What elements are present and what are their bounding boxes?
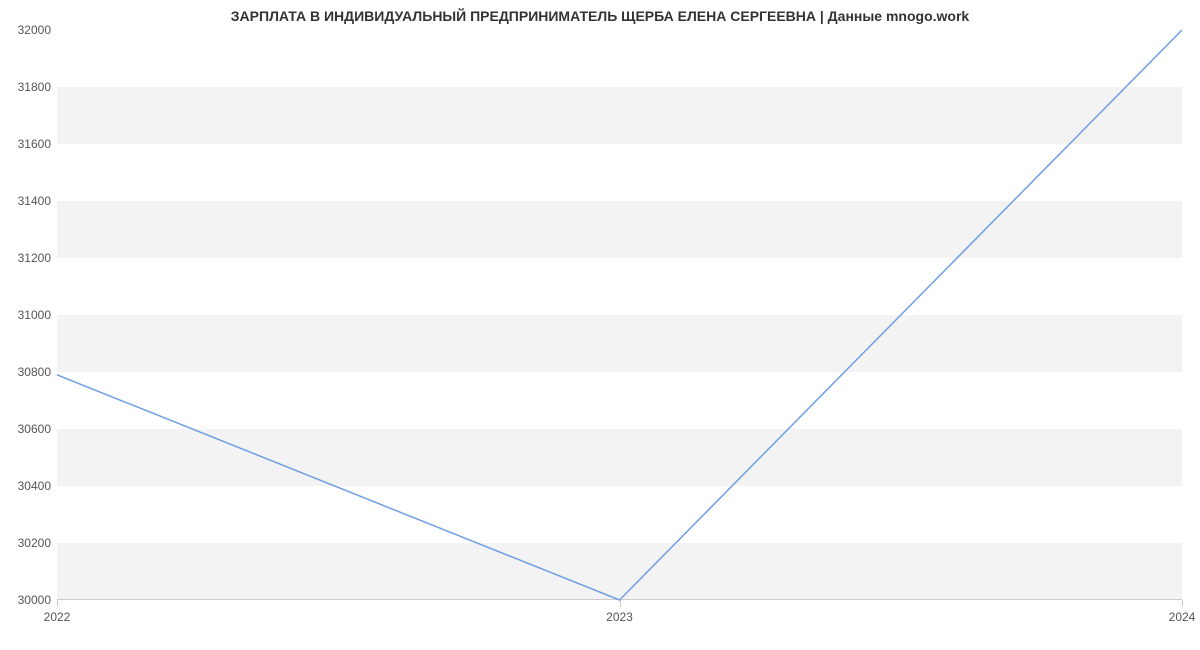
x-tick-label: 2023 bbox=[606, 610, 633, 624]
plot-area: 3000030200304003060030800310003120031400… bbox=[57, 30, 1182, 600]
y-tick-label: 32000 bbox=[7, 23, 57, 37]
y-tick-label: 30800 bbox=[7, 365, 57, 379]
y-tick-label: 31600 bbox=[7, 137, 57, 151]
y-tick-label: 30600 bbox=[7, 422, 57, 436]
y-tick-label: 31800 bbox=[7, 80, 57, 94]
salary-line-chart: ЗАРПЛАТА В ИНДИВИДУАЛЬНЫЙ ПРЕДПРИНИМАТЕЛ… bbox=[0, 0, 1200, 650]
y-tick-label: 31000 bbox=[7, 308, 57, 322]
data-series-line bbox=[57, 30, 1182, 600]
y-tick-label: 31200 bbox=[7, 251, 57, 265]
x-tick bbox=[620, 600, 621, 607]
x-tick-label: 2024 bbox=[1169, 610, 1196, 624]
chart-title: ЗАРПЛАТА В ИНДИВИДУАЛЬНЫЙ ПРЕДПРИНИМАТЕЛ… bbox=[0, 8, 1200, 24]
y-tick-label: 30400 bbox=[7, 479, 57, 493]
x-tick bbox=[57, 600, 58, 607]
line-plot-svg bbox=[57, 30, 1182, 600]
x-tick-label: 2022 bbox=[44, 610, 71, 624]
y-tick-label: 30200 bbox=[7, 536, 57, 550]
y-tick-label: 30000 bbox=[7, 593, 57, 607]
x-tick bbox=[1182, 600, 1183, 607]
y-tick-label: 31400 bbox=[7, 194, 57, 208]
